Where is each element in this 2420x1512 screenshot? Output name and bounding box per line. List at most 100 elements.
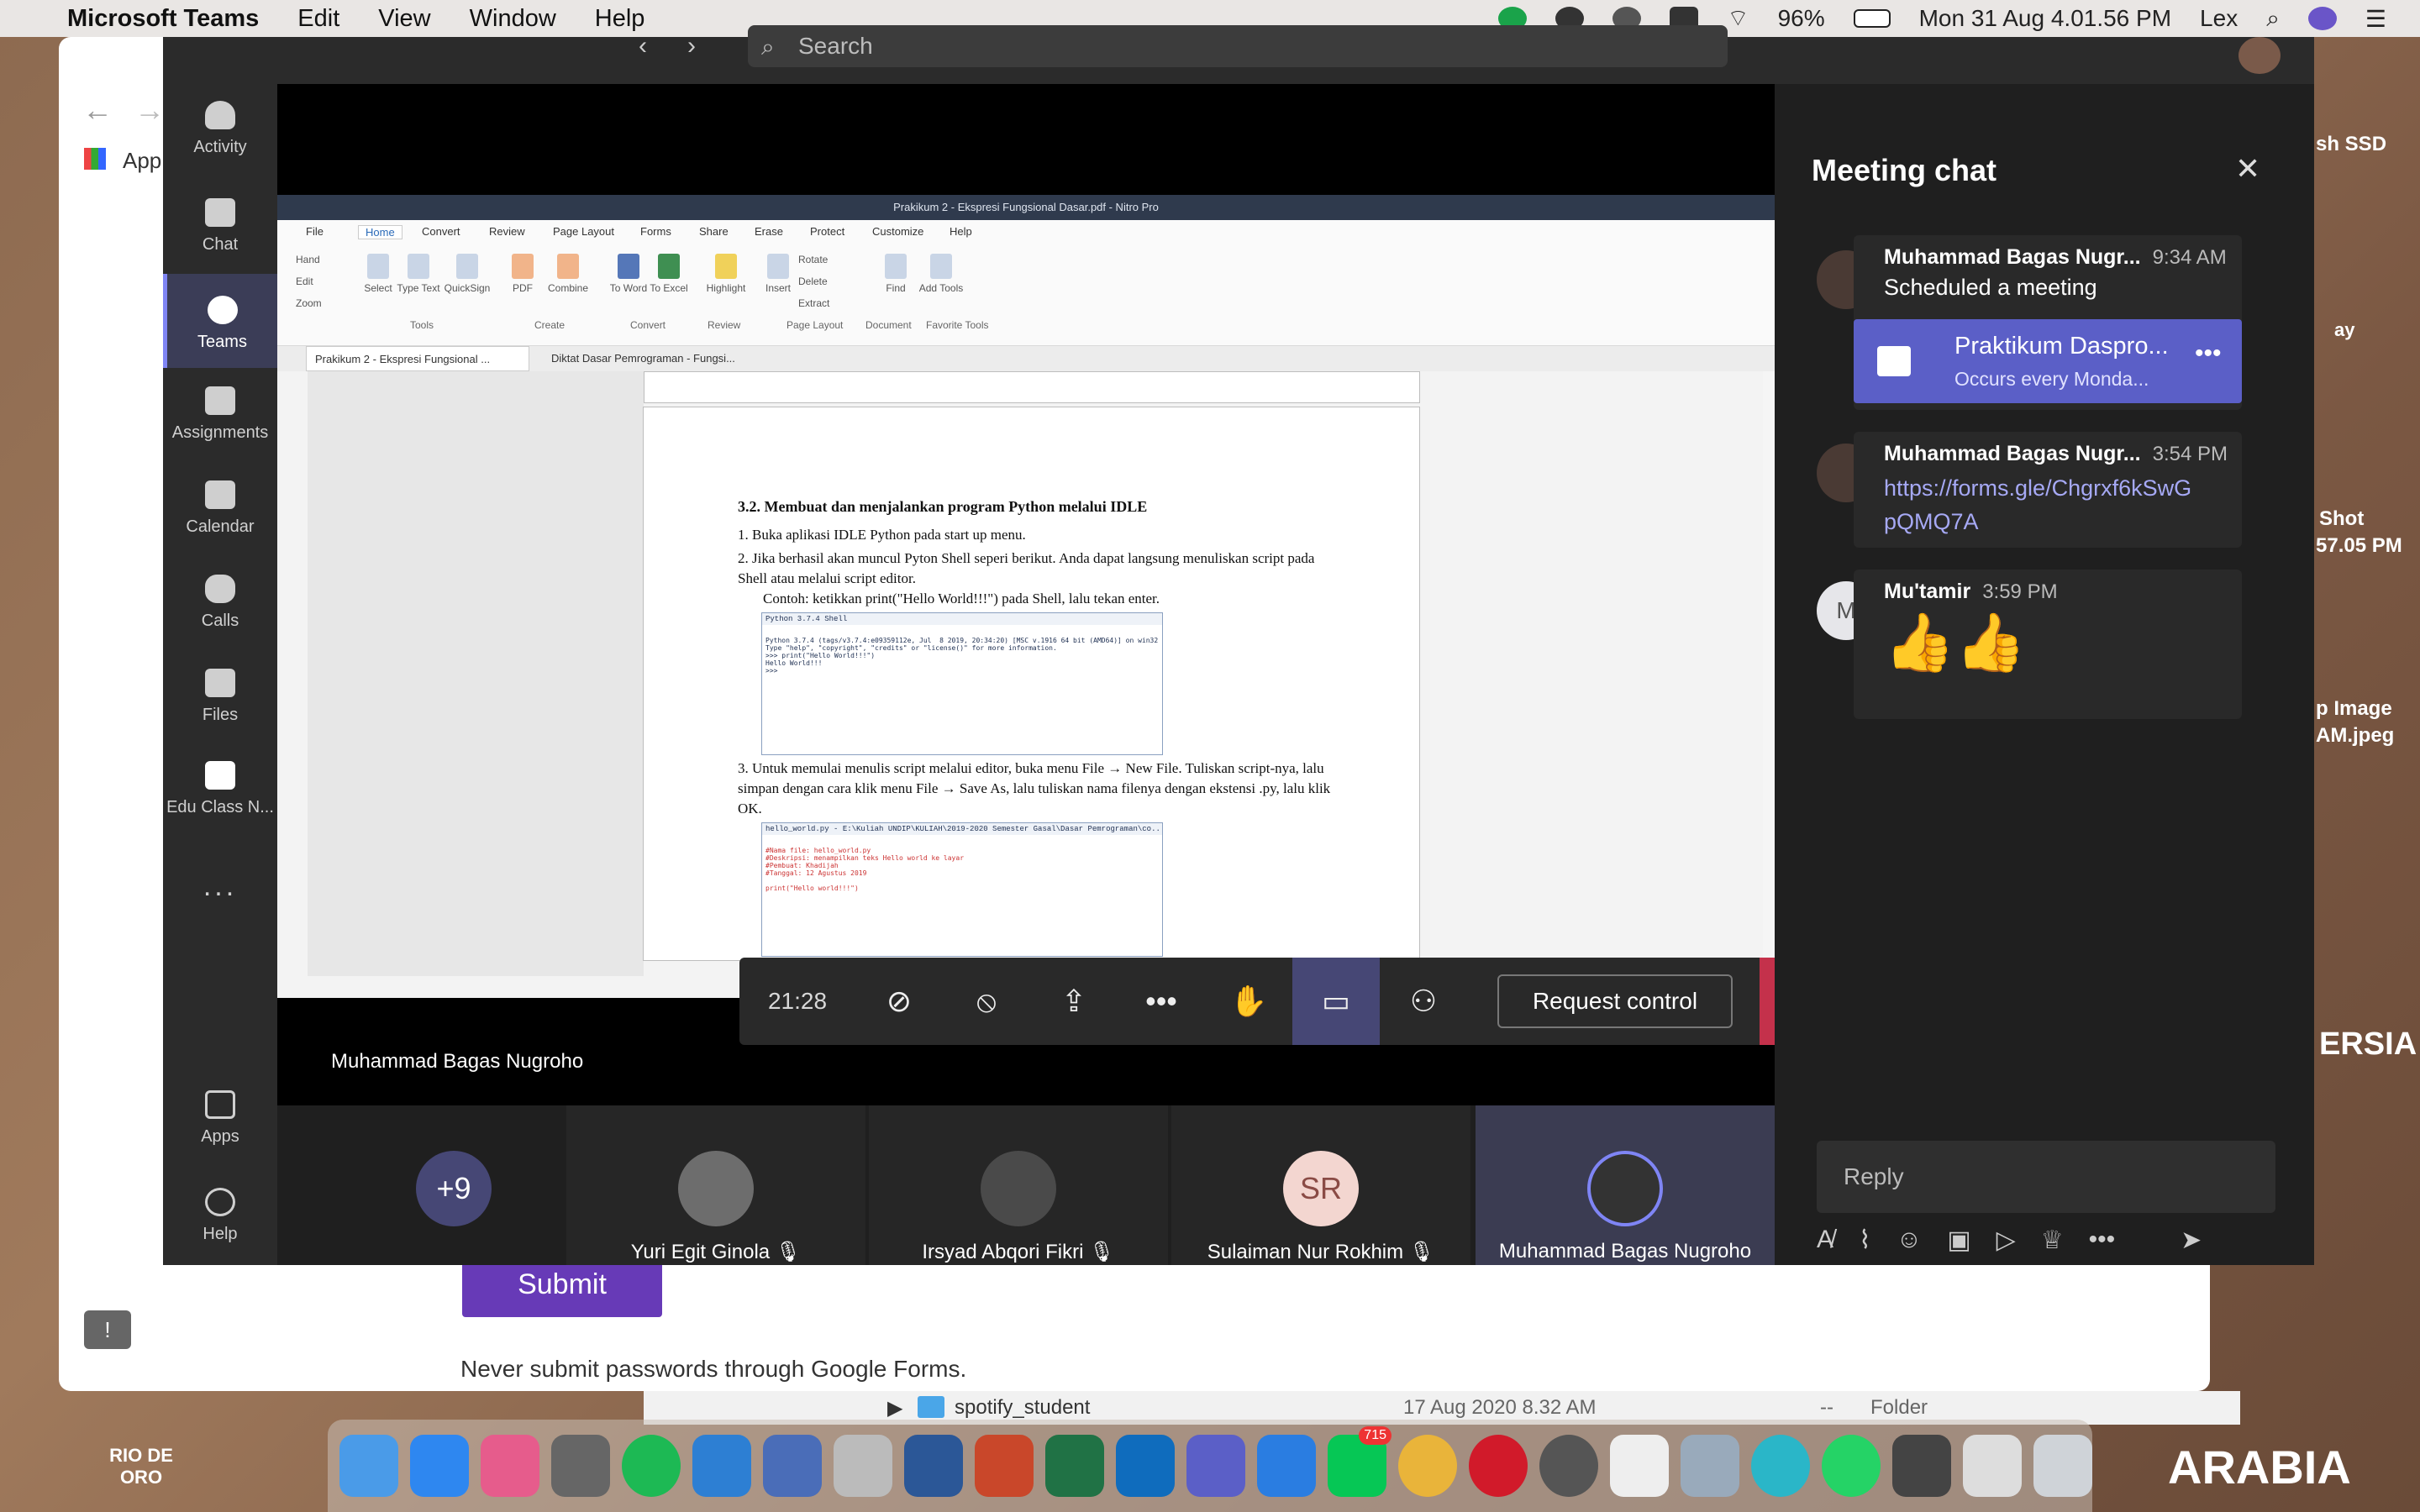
participant-tile[interactable]: Irsyad Abqori Fikri 🎙 (869, 1105, 1168, 1265)
menubar-user[interactable]: Lex (2200, 5, 2238, 32)
tool-highlight[interactable]: Highlight (701, 254, 751, 294)
meet-now-icon[interactable]: ▷ (1996, 1226, 2016, 1255)
ribbon-tab[interactable]: Share (699, 225, 729, 238)
todo-icon[interactable] (1257, 1435, 1316, 1497)
ribbon-tab[interactable]: File (306, 225, 324, 238)
tool-combine[interactable]: Combine (543, 254, 593, 294)
battery-percent[interactable]: 96% (1778, 5, 1825, 32)
rail-files[interactable]: Files (163, 669, 277, 725)
desktop-label-image[interactable]: p Image (2316, 697, 2392, 721)
ribbon-tab-home[interactable]: Home (358, 225, 402, 239)
close-icon[interactable]: ✕ (2235, 151, 2260, 186)
back-arrow-icon[interactable]: ← (82, 92, 113, 128)
message-link[interactable]: https://forms.gle/Chgrxf6kSwG pQMQ7A (1884, 471, 2220, 538)
tool-quicksign[interactable]: QuickSign (442, 254, 492, 294)
profile-avatar[interactable] (2238, 37, 2281, 74)
finder-icon[interactable] (339, 1435, 398, 1497)
tool-hand[interactable]: Hand (281, 254, 338, 265)
menubar-clock[interactable]: Mon 31 Aug 4.01.56 PM (1919, 5, 2171, 32)
system-preferences-icon[interactable] (1539, 1435, 1598, 1497)
rail-chat[interactable]: Chat (163, 198, 277, 255)
tool-add-tools[interactable]: Add Tools (916, 254, 966, 294)
attach-icon[interactable]: ⌇ (1859, 1226, 1871, 1255)
send-icon[interactable]: ➤ (2181, 1226, 2202, 1255)
rail-calendar[interactable]: Calendar (163, 480, 277, 537)
tool-extract[interactable]: Extract (798, 297, 849, 309)
request-control-button[interactable]: Request control (1497, 974, 1733, 1028)
share-screen-icon[interactable]: ⇪ (1030, 958, 1118, 1045)
rail-activity[interactable]: Activity (163, 101, 277, 157)
ribbon-tab[interactable]: Forms (640, 225, 671, 238)
menu-help[interactable]: Help (595, 5, 645, 33)
menubar-app-name[interactable]: Microsoft Teams (67, 5, 259, 33)
ribbon-tab[interactable]: Review (489, 225, 525, 238)
emoji-icon[interactable]: ☺ (1897, 1226, 1923, 1254)
desktop-label-image-ext[interactable]: AM.jpeg (2316, 724, 2394, 748)
tool-zoom[interactable]: Zoom (281, 297, 338, 309)
desktop-label-shot[interactable]: Shot (2319, 507, 2364, 531)
ribbon-tab[interactable]: Erase (755, 225, 783, 238)
control-center-icon[interactable]: ☰ (2365, 5, 2386, 33)
chat-toggle-icon[interactable]: ▭ (1292, 958, 1380, 1045)
app-store-icon[interactable] (410, 1435, 469, 1497)
line-icon[interactable]: 715 (1328, 1426, 1392, 1497)
meeting-card[interactable]: Praktikum Daspro... Occurs every Monda..… (1854, 319, 2242, 403)
launchpad-icon[interactable] (551, 1435, 610, 1497)
desktop-label-ssd[interactable]: sh SSD (2316, 133, 2386, 156)
finder-name[interactable]: spotify_student (955, 1396, 1090, 1420)
mic-off-icon[interactable]: ⦸ (943, 958, 1030, 1045)
spotlight-icon[interactable]: ⌕ (2266, 5, 2280, 33)
participant-tile[interactable]: Yuri Egit Ginola 🎙 (566, 1105, 865, 1265)
menu-window[interactable]: Window (470, 5, 556, 33)
outlook-icon[interactable] (1116, 1435, 1175, 1497)
tool-find[interactable]: Find (871, 254, 921, 294)
photos-icon[interactable] (1610, 1435, 1669, 1497)
participants-icon[interactable]: ⚇ (1380, 958, 1467, 1045)
bookmark-apps[interactable]: App (123, 148, 161, 174)
opera-icon[interactable] (1469, 1435, 1528, 1497)
tool-delete[interactable]: Delete (798, 276, 849, 287)
raise-hand-icon[interactable]: ✋ (1205, 958, 1292, 1045)
wifi-icon[interactable]: ⌔ (1727, 4, 1749, 34)
feedback-icon[interactable]: ! (84, 1310, 131, 1349)
sticker-icon[interactable]: ▣ (1947, 1226, 1970, 1255)
whatsapp-icon[interactable] (1822, 1435, 1881, 1497)
nav-back-icon[interactable]: ‹ (639, 32, 647, 60)
rail-assignments[interactable]: Assignments (163, 386, 277, 443)
slides-app-icon[interactable] (481, 1435, 539, 1497)
reply-input[interactable]: Reply (1817, 1141, 2275, 1213)
trash-icon[interactable] (2033, 1435, 2092, 1497)
chrome-icon[interactable] (1398, 1435, 1457, 1497)
vscode-icon[interactable] (692, 1435, 751, 1497)
tool-rotate[interactable]: Rotate (798, 254, 849, 265)
downloads-stack-icon[interactable] (1963, 1435, 2022, 1497)
ribbon-tab[interactable]: Protect (810, 225, 844, 238)
search-input[interactable]: Search (748, 25, 1728, 67)
battery-icon[interactable] (1853, 9, 1891, 28)
rail-onenote[interactable]: Edu Class N... (163, 761, 277, 817)
rail-more[interactable]: ... (163, 870, 277, 903)
ribbon-tab[interactable]: Page Layout (553, 225, 614, 238)
more-options-icon[interactable]: ••• (2195, 339, 2222, 368)
desktop-label-day[interactable]: ay (2334, 319, 2354, 341)
doc-tab-active[interactable]: Prakikum 2 - Ekspresi Fungsional ... (306, 346, 529, 371)
forward-arrow-icon[interactable]: → (134, 92, 165, 128)
ribbon-tab[interactable]: Convert (422, 225, 460, 238)
ribbon-tab[interactable]: Help (950, 225, 972, 238)
tool-edit[interactable]: Edit (281, 276, 338, 287)
excel-icon[interactable] (1045, 1435, 1104, 1497)
spotify-icon[interactable] (622, 1435, 681, 1497)
disclosure-triangle-icon[interactable]: ▶ (887, 1396, 902, 1420)
rail-apps[interactable]: Apps (163, 1090, 277, 1147)
tool-insert[interactable]: Insert (753, 254, 803, 294)
ribbon-tab[interactable]: Customize (872, 225, 923, 238)
doc-tab[interactable]: Diktat Dasar Pemrograman - Fungsi... (543, 346, 744, 371)
participant-overflow[interactable]: +9 (345, 1105, 563, 1265)
camera-off-icon[interactable]: ⊘ (855, 958, 943, 1045)
nav-forward-icon[interactable]: › (687, 32, 696, 60)
word-icon[interactable] (904, 1435, 963, 1497)
more-icon[interactable]: ••• (2089, 1226, 2116, 1254)
praise-icon[interactable]: ♕ (2041, 1226, 2064, 1255)
more-actions-icon[interactable]: ••• (1118, 958, 1205, 1045)
tool-pdf[interactable]: PDF (497, 254, 548, 294)
